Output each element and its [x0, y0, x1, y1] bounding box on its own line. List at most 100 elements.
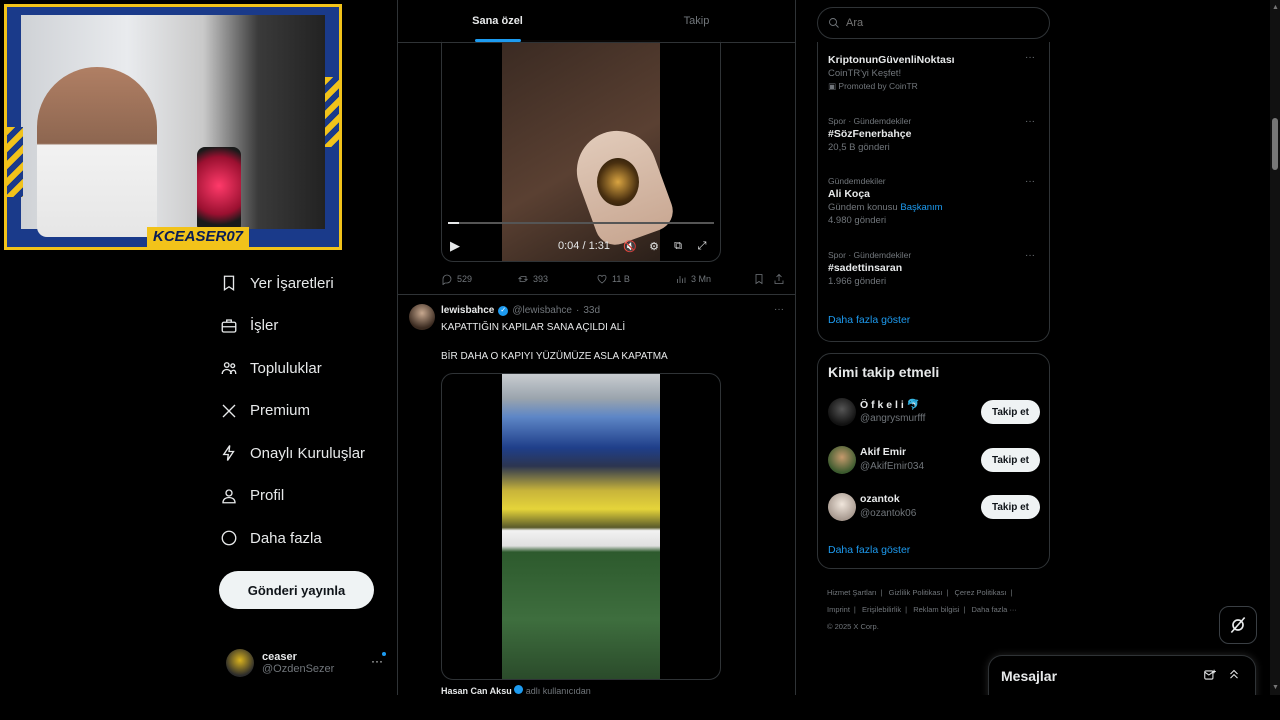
footer-link[interactable]: Hizmet Şartları: [827, 588, 877, 597]
trend-topic-prefix: Gündem konusu: [828, 202, 898, 213]
trend-item[interactable]: Spor · Gündemdekiler #SözFenerbahçe 20,5…: [828, 116, 1038, 155]
footer-row: Imprint | Erişilebilirlik | Reklam bilgisi…: [827, 601, 1047, 618]
like-button[interactable]: 11 B: [596, 273, 675, 285]
follow-button[interactable]: Takip et: [981, 495, 1040, 519]
nav-item-communities[interactable]: Topluluklar: [220, 347, 390, 390]
attribution-name[interactable]: Hasan Can Aksu: [441, 686, 512, 695]
new-message-icon[interactable]: [1203, 668, 1217, 687]
footer-link[interactable]: Gizlilik Politikası: [889, 588, 943, 597]
avatar[interactable]: [828, 446, 856, 474]
scroll-down-arrow-icon[interactable]: ▼: [1272, 684, 1279, 691]
footer-separator: |: [905, 605, 908, 614]
repost-button[interactable]: 393: [517, 273, 596, 285]
trend-category: Gündemdekiler: [828, 176, 886, 186]
footer-link[interactable]: Çerez Politikası: [954, 588, 1006, 597]
more-dots-icon[interactable]: ···: [774, 304, 784, 315]
tab-for-you[interactable]: Sana özel: [398, 0, 597, 42]
show-more-suggestions-link[interactable]: Daha fazla göster: [828, 544, 910, 556]
nav-item-verified-orgs[interactable]: Onaylı Kuruluşlar: [220, 432, 390, 475]
copyright: © 2025 X Corp.: [827, 622, 879, 631]
show-more-trends-link[interactable]: Daha fazla göster: [828, 314, 910, 326]
fullscreen-icon[interactable]: ⤢: [690, 240, 714, 253]
footer-link[interactable]: Daha fazla ···: [972, 605, 1017, 614]
suggestion-name[interactable]: Ö f k e l i 🐬: [860, 398, 920, 411]
settings-gear-icon[interactable]: ⚙: [642, 240, 666, 253]
trend-item[interactable]: KriptonunGüvenliNoktası CoinTR'yi Keşfet…: [828, 52, 1038, 92]
suggestion-handle: @AkifEmir034: [860, 461, 925, 472]
tweet-header: lewisbahce ✓ @lewisbahce · 33d: [441, 305, 600, 316]
nav-item-label: Premium: [250, 402, 311, 420]
streamer-figure: [37, 67, 157, 237]
follow-suggestion[interactable]: Ö f k e l i 🐬 @angrysmurfff Takip et: [828, 396, 1040, 430]
webcam-stripes-left: [7, 127, 23, 197]
avatar[interactable]: [828, 493, 856, 521]
tweet-age[interactable]: 33d: [583, 305, 600, 316]
communities-icon: [220, 359, 250, 377]
views-icon: [677, 276, 686, 283]
nav-item-more[interactable]: Daha fazla: [220, 517, 390, 560]
tab-following[interactable]: Takip: [597, 0, 795, 42]
footer-separator: |: [1010, 588, 1013, 597]
nav-item-profile[interactable]: Profil: [220, 475, 390, 518]
more-dots-icon[interactable]: ···: [1025, 176, 1035, 187]
follow-button[interactable]: Takip et: [981, 448, 1040, 472]
more-dots-icon[interactable]: ···: [1025, 52, 1035, 63]
expand-chevron-icon[interactable]: [1227, 667, 1241, 686]
nav-item-label: Daha fazla: [250, 529, 322, 547]
nav-item-label: Yer İşaretleri: [250, 274, 334, 292]
account-handle: @OzdenSezer: [262, 663, 335, 675]
account-switcher[interactable]: ceaser @OzdenSezer ···: [226, 646, 391, 680]
footer-link[interactable]: Imprint: [827, 605, 850, 614]
picture-in-picture-icon[interactable]: ⧉: [666, 240, 690, 253]
rgb-speaker: [197, 147, 241, 233]
tweet-text: KAPATTIĞIN KAPILAR SANA AÇILDI ALİ BİR D…: [441, 321, 781, 379]
author-handle[interactable]: @lewisbahce: [512, 305, 572, 316]
trend-item[interactable]: Spor · Gündemdekiler #sadettinsaran 1.96…: [828, 250, 1038, 289]
suggestion-handle: @ozantok06: [860, 508, 917, 519]
footer-separator: |: [946, 588, 949, 597]
like-count: 11 B: [612, 274, 630, 284]
video-progress-bar[interactable]: [448, 222, 714, 224]
more-dots-icon[interactable]: ···: [1025, 116, 1035, 127]
messages-drawer[interactable]: Mesajlar: [988, 655, 1256, 700]
reply-button[interactable]: 529: [441, 273, 517, 285]
nav-item-premium[interactable]: Premium: [220, 390, 390, 433]
nav-item-jobs[interactable]: İşler: [220, 305, 390, 348]
mute-icon[interactable]: 🔇: [618, 240, 642, 253]
avatar[interactable]: [409, 304, 435, 330]
suggestion-name[interactable]: Akif Emir: [860, 446, 906, 458]
author-name[interactable]: lewisbahce: [441, 305, 494, 316]
trend-topic-link[interactable]: Başkanım: [900, 202, 942, 213]
scrollbar-thumb[interactable]: [1272, 118, 1278, 170]
tweet-video-player[interactable]: [441, 373, 721, 680]
page-scrollbar[interactable]: ▲ ▼: [1270, 0, 1280, 695]
views-button[interactable]: 3 Mn: [675, 273, 753, 285]
grok-icon: [1230, 616, 1246, 634]
play-icon[interactable]: ▶: [450, 238, 470, 254]
trend-item[interactable]: Gündemdekiler Ali Koça Gündem konusu Baş…: [828, 176, 1038, 228]
follow-suggestion[interactable]: Akif Emir @AkifEmir034 Takip et: [828, 444, 1040, 478]
left-navigation: Yer İşaretleri İşler Topluluklar Premium…: [220, 262, 390, 560]
bookmark-button[interactable]: [753, 273, 773, 285]
avatar[interactable]: [828, 398, 856, 426]
footer-link[interactable]: Reklam bilgisi: [913, 605, 959, 614]
who-to-follow-title: Kimi takip etmeli: [828, 364, 940, 380]
post-button[interactable]: Gönderi yayınla: [219, 571, 374, 609]
grok-button[interactable]: [1219, 606, 1257, 644]
follow-button[interactable]: Takip et: [981, 400, 1040, 424]
search-box[interactable]: [817, 7, 1050, 39]
scroll-up-arrow-icon[interactable]: ▲: [1272, 4, 1279, 11]
footer-row: Hizmet Şartları | Gizlilik Politikası | Çe…: [827, 584, 1047, 601]
share-button[interactable]: [773, 273, 785, 285]
nav-item-label: İşler: [250, 317, 279, 335]
promoted-text: Promoted by CoinTR: [838, 81, 918, 91]
search-input[interactable]: [846, 17, 1036, 29]
tweet-line: BİR DAHA O KAPIYI YÜZÜMÜZE ASLA KAPATMA: [441, 351, 668, 362]
follow-suggestion[interactable]: ozantok @ozantok06 Takip et: [828, 491, 1040, 525]
nav-item-bookmarks[interactable]: Yer İşaretleri: [220, 262, 390, 305]
footer-separator: |: [880, 588, 883, 597]
suggestion-name[interactable]: ozantok: [860, 493, 900, 505]
more-dots-icon[interactable]: ···: [1025, 250, 1035, 261]
tweet-video-player[interactable]: ▶ 0:04 / 1:31 🔇 ⚙ ⧉ ⤢: [441, 40, 721, 262]
footer-link[interactable]: Erişilebilirlik: [862, 605, 901, 614]
